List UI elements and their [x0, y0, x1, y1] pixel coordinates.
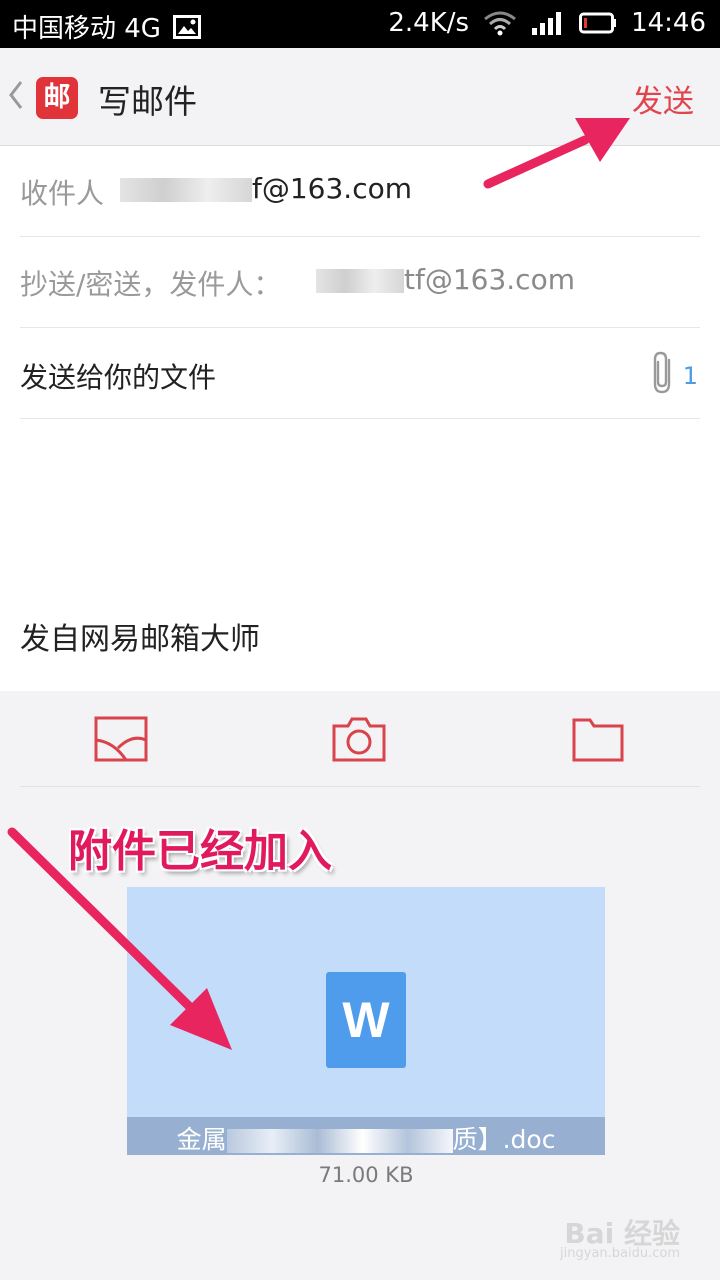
- cc-bcc-field[interactable]: 抄送/密送，发件人： tf@163.com: [20, 237, 700, 328]
- word-doc-icon: W: [326, 972, 406, 1068]
- status-bar: 中国移动 4G 2.4K/s 14:46: [0, 0, 720, 48]
- image-icon[interactable]: [94, 716, 148, 766]
- attachment-name: 金属 质】.doc: [176, 1125, 556, 1154]
- attachment-size: 71.00 KB: [318, 1163, 414, 1187]
- paperclip-icon[interactable]: [650, 350, 676, 400]
- app-logo[interactable]: 邮: [36, 77, 78, 119]
- subject-field[interactable]: 发送给你的文件 1: [20, 328, 700, 419]
- to-value[interactable]: f@163.com: [120, 172, 412, 205]
- cc-label: 抄送/密送，发件人：: [20, 268, 282, 301]
- network-speed: 2.4K/s: [388, 8, 470, 38]
- to-label: 收件人: [20, 177, 105, 210]
- redacted-text: [120, 178, 252, 202]
- send-button[interactable]: 发送: [632, 76, 694, 121]
- page-title: 写邮件: [98, 82, 197, 121]
- compose-form: 收件人 f@163.com 抄送/密送，发件人： tf@163.com 发送给你…: [0, 146, 720, 691]
- to-field[interactable]: 收件人 f@163.com: [20, 146, 700, 237]
- attachment-name-bar: 金属 质】.doc: [127, 1117, 605, 1155]
- annotation-text: 附件已经加入: [68, 826, 332, 877]
- attachment-count: 1: [682, 362, 698, 390]
- redacted-text: [316, 269, 404, 293]
- baidu-watermark-url: jingyan.baidu.com: [560, 1246, 680, 1261]
- sender-value[interactable]: tf@163.com: [316, 263, 575, 296]
- attachment-toolbar: [0, 692, 720, 787]
- signal-icon: [531, 10, 565, 36]
- attachment-card[interactable]: W 金属 质】.doc: [127, 887, 605, 1155]
- clock: 14:46: [631, 8, 706, 38]
- back-chevron-icon[interactable]: [6, 76, 26, 118]
- title-bar: 邮 写邮件 发送: [0, 48, 720, 146]
- signature-text[interactable]: 发自网易邮箱大师: [20, 614, 260, 658]
- image-icon: [172, 14, 201, 39]
- camera-icon[interactable]: [332, 716, 386, 766]
- wifi-icon: [483, 10, 517, 36]
- folder-icon[interactable]: [572, 716, 624, 766]
- battery-icon: [579, 11, 617, 35]
- redacted-text: [226, 1129, 453, 1153]
- carrier-label: 中国移动 4G: [12, 14, 161, 44]
- toolbar-divider: [20, 786, 700, 787]
- subject-text[interactable]: 发送给你的文件: [20, 356, 216, 396]
